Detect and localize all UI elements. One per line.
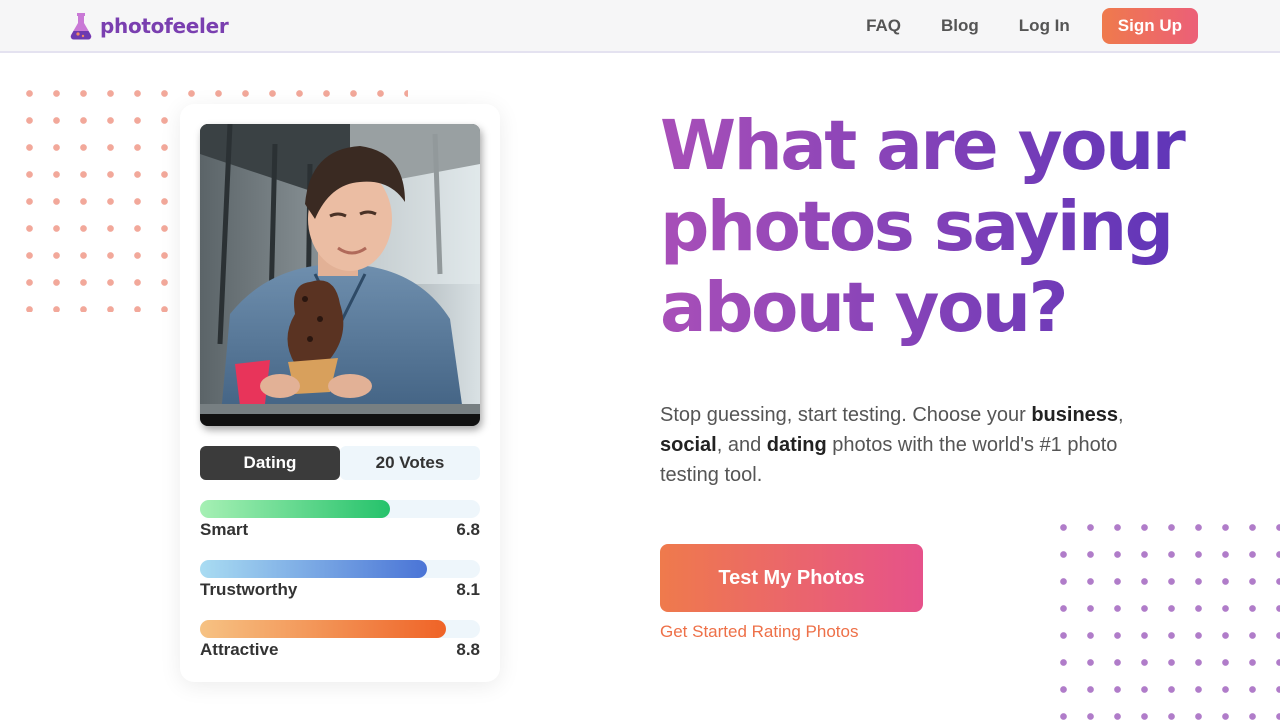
- subtext-emphasis-dating: dating: [766, 434, 827, 456]
- metric-bar-fill: [200, 620, 447, 638]
- test-my-photos-button[interactable]: Test My Photos: [660, 544, 923, 612]
- metric-label: Smart: [200, 520, 249, 539]
- nav-blog-link[interactable]: Blog: [941, 16, 979, 36]
- signup-button[interactable]: Sign Up: [1101, 8, 1198, 44]
- hero-headline: What are your photos saying about you?: [660, 106, 1220, 349]
- nav-faq-link[interactable]: FAQ: [866, 16, 901, 36]
- metric-attractive: Attractive 8.8: [200, 620, 480, 664]
- metric-score: 8.1: [456, 580, 480, 599]
- nav-login-link[interactable]: Log In: [1019, 16, 1070, 36]
- metric-label: Attractive: [200, 640, 279, 659]
- flask-icon: [70, 13, 92, 40]
- rating-category-tabs: Dating 20 Votes: [200, 446, 480, 480]
- metric-bar-fill: [200, 500, 391, 518]
- logo-link[interactable]: photofeeler: [68, 11, 229, 41]
- subtext-part: , and: [716, 434, 767, 456]
- sample-profile-photo: [200, 124, 480, 426]
- subtext-emphasis-social: social: [660, 434, 717, 456]
- subtext-emphasis-business: business: [1031, 404, 1119, 426]
- metric-bar-fill: [200, 560, 427, 578]
- subtext-part: ,: [1118, 404, 1124, 426]
- metric-bar-track: [200, 560, 480, 578]
- metric-smart: Smart 6.8: [200, 500, 480, 544]
- metric-score: 8.8: [456, 640, 480, 659]
- decorative-dots-right: [1050, 514, 1280, 720]
- sample-rating-card: Dating 20 Votes Smart 6.8 Trustworthy 8.…: [180, 104, 500, 682]
- metric-trustworthy: Trustworthy 8.1: [200, 560, 480, 604]
- metric-bar-track: [200, 500, 480, 518]
- main-nav: FAQ Blog Log In Sign Up: [826, 8, 1198, 44]
- metric-label: Trustworthy: [200, 580, 298, 599]
- tab-dating[interactable]: Dating: [200, 446, 340, 480]
- get-started-rating-link[interactable]: Get Started Rating Photos: [660, 622, 858, 642]
- votes-count: 20 Votes: [340, 446, 480, 480]
- logo-text: photofeeler: [100, 14, 229, 38]
- metric-bar-track: [200, 620, 480, 638]
- subtext-part: Stop guessing, start testing. Choose you…: [660, 404, 1032, 426]
- hero-subtext: Stop guessing, start testing. Choose you…: [660, 400, 1180, 490]
- site-header: photofeeler FAQ Blog Log In Sign Up: [0, 0, 1280, 53]
- metric-score: 6.8: [456, 520, 480, 539]
